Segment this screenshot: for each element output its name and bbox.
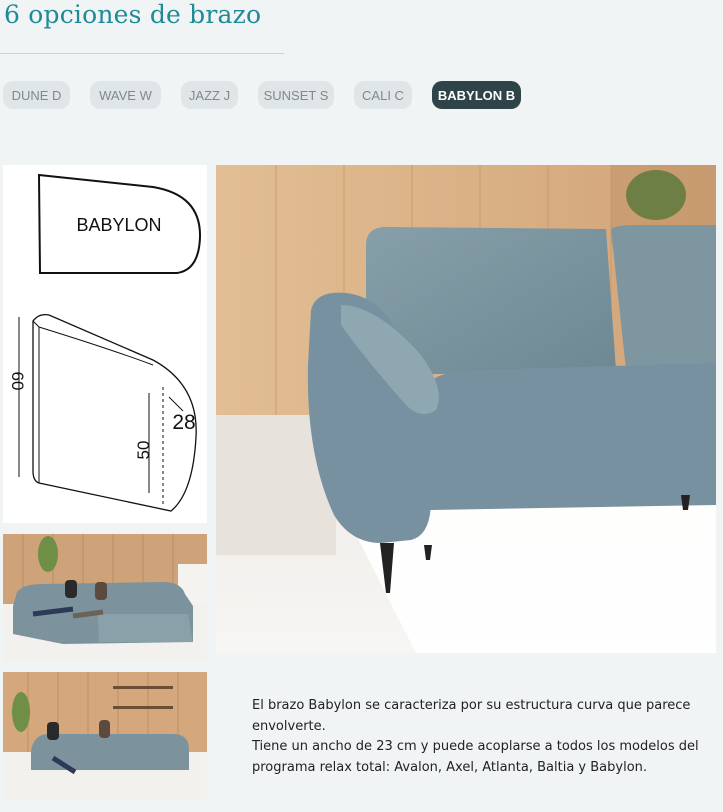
dim-line-width [168,396,184,412]
arm-description: El brazo Babylon se caracteriza por su e… [252,696,722,778]
description-paragraph-1: El brazo Babylon se caracteriza por su e… [252,698,691,734]
sofa-thumbnail-2[interactable] [3,672,207,800]
tab-babylon[interactable]: BABYLON B [432,81,521,109]
dim-height-total: 60 [8,372,27,391]
arm-drawing-svg: BABYLON 60 50 28 [8,173,202,512]
title-divider [0,53,284,54]
tab-dune[interactable]: DUNE D [3,81,70,109]
page-title: 6 opciones de brazo [4,0,262,29]
dim-height-side: 50 [134,441,153,460]
arm-top-edge [38,326,154,366]
arm-name-label: BABYLON [76,215,161,235]
sofa-thumbnail-1[interactable] [3,534,207,662]
arm-technical-drawing: BABYLON 60 50 28 [3,165,207,523]
tab-jazz[interactable]: JAZZ J [181,81,238,109]
sofa-thumbnail-1-image [3,534,207,662]
sofa-hero-illustration [216,165,716,653]
description-paragraph-2: Tiene un ancho de 23 cm y puede acoplars… [252,739,699,775]
tab-cali[interactable]: CALI C [354,81,412,109]
dim-width: 28 [172,411,195,434]
sofa-hero-image [216,165,716,653]
sofa-thumbnail-2-image [3,672,207,800]
arm-side-edge [32,320,40,483]
tab-wave[interactable]: WAVE W [90,81,161,109]
tab-sunset[interactable]: SUNSET S [258,81,334,109]
